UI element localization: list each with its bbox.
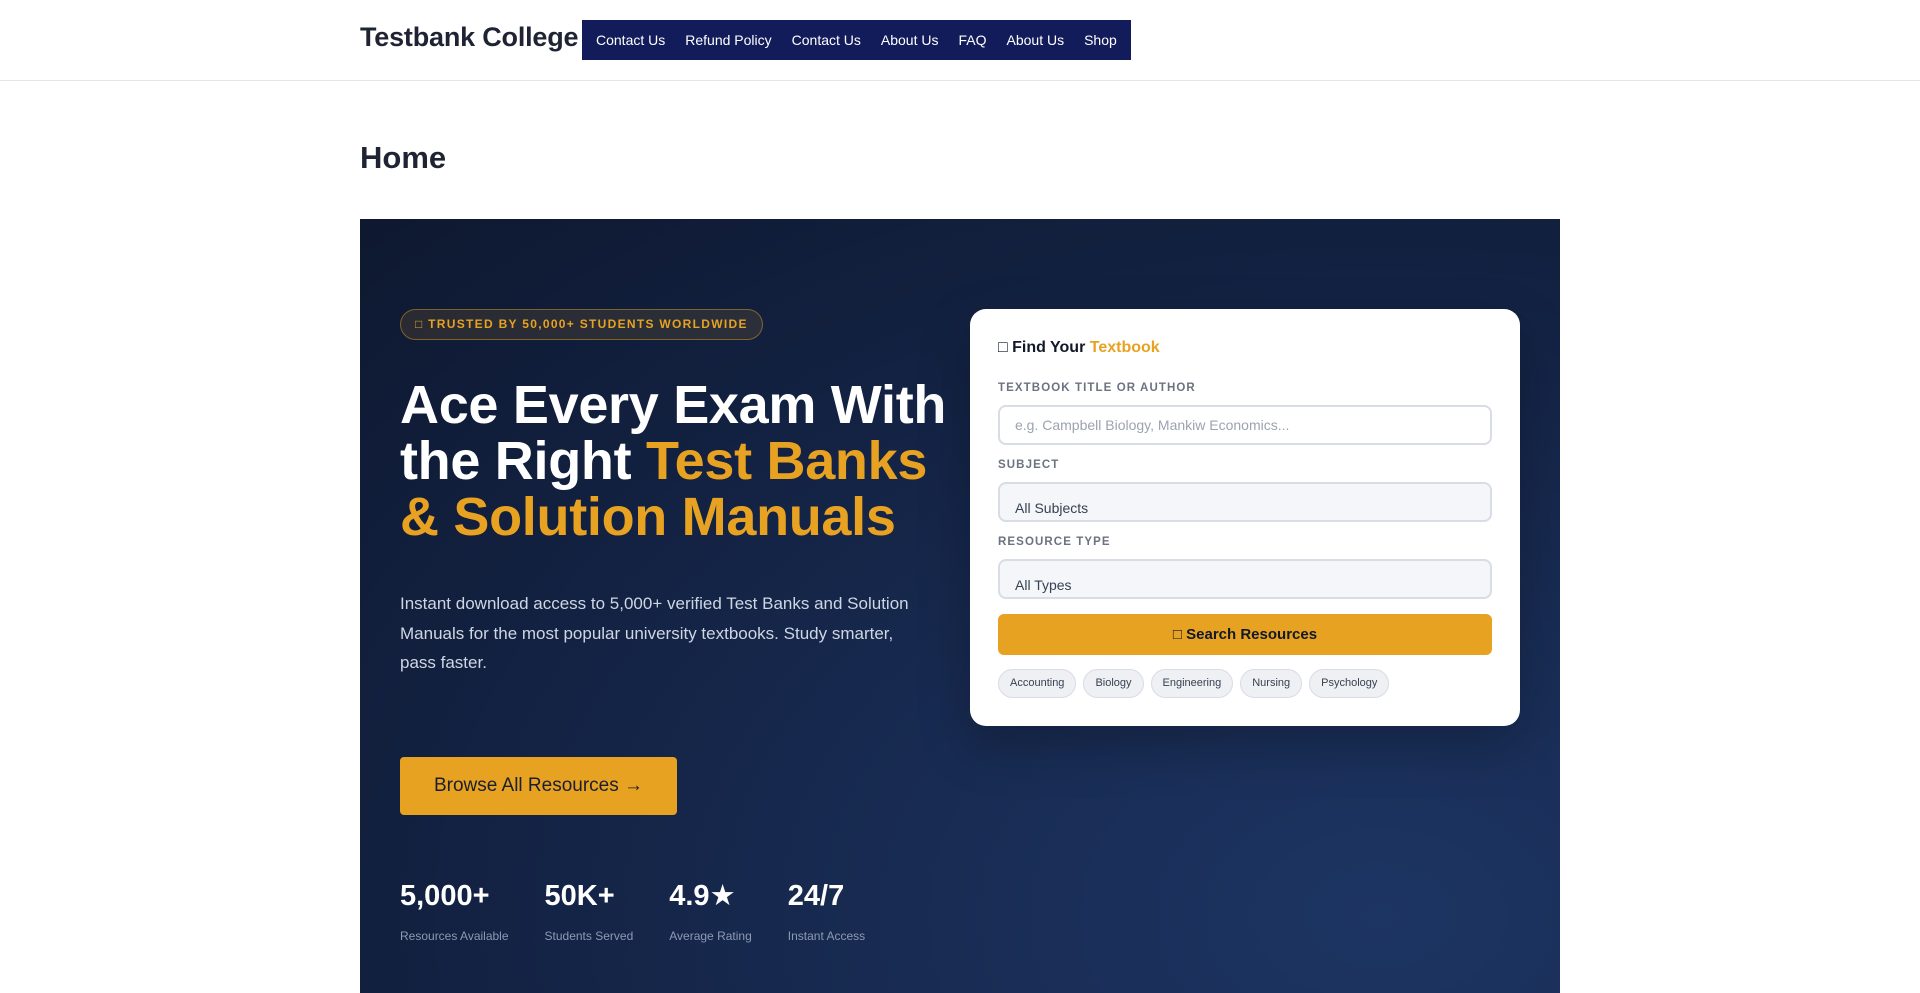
stat-value: 4.9★ (669, 880, 736, 912)
chip-engineering[interactable]: Engineering (1150, 669, 1234, 698)
browse-all-resources-button[interactable]: Browse All Resources → (400, 757, 677, 815)
stat-label: Resources Available (400, 929, 509, 943)
stat-label: Instant Access (787, 929, 866, 943)
main-nav: Contact Us Refund Policy Contact Us Abou… (582, 20, 1131, 60)
stat-rating: 4.9★ Average Rating (669, 879, 752, 943)
stat-value: 5,000+ (400, 880, 490, 912)
title-author-input[interactable]: e.g. Campbell Biology, Mankiw Economics.… (998, 405, 1492, 445)
stat-resources: 5,000+ Resources Available (400, 879, 509, 943)
stats-row: 5,000+ Resources Available 50K+ Students… (400, 879, 901, 943)
card-title-plain: Find Your (1012, 339, 1090, 356)
subject-label: SUBJECT (998, 459, 1060, 471)
chip-psychology[interactable]: Psychology (1309, 669, 1390, 698)
nav-link-shop[interactable]: Shop (1074, 20, 1127, 60)
site-title[interactable]: Testbank College (360, 22, 579, 53)
hero-description: Instant download access to 5,000+ verifi… (400, 594, 909, 672)
resource-type-select[interactable]: All Types (998, 559, 1492, 599)
nav-link-about-us-2[interactable]: About Us (997, 20, 1075, 60)
search-card-title: □ Find Your Textbook (998, 339, 1160, 357)
chip-accounting[interactable]: Accounting (998, 669, 1077, 698)
title-author-label: TEXTBOOK TITLE OR AUTHOR (998, 382, 1196, 394)
stat-value: 50K+ (544, 880, 615, 912)
nav-link-faq[interactable]: FAQ (948, 20, 996, 60)
resource-type-label: RESOURCE TYPE (998, 536, 1111, 548)
page-title: Home (360, 140, 447, 175)
hero-heading: Ace Every Exam With the Right Test Banks… (400, 377, 960, 545)
stat-value: 24/7 (787, 880, 845, 912)
book-icon: □ (998, 339, 1008, 356)
chip-biology[interactable]: Biology (1083, 669, 1144, 698)
nav-link-contact-us-2[interactable]: Contact Us (782, 20, 871, 60)
subject-select[interactable]: All Subjects (998, 482, 1492, 522)
subject-chips: Accounting Biology Engineering Nursing P… (998, 669, 1396, 698)
stat-label: Students Served (544, 929, 634, 943)
stat-students: 50K+ Students Served (545, 879, 634, 943)
nav-link-contact-us[interactable]: Contact Us (586, 20, 675, 60)
stat-label: Average Rating (669, 929, 752, 943)
site-header: Testbank College Contact Us Refund Polic… (0, 0, 1920, 81)
search-resources-button[interactable]: □ Search Resources (998, 614, 1492, 655)
trust-badge: □ TRUSTED BY 50,000+ STUDENTS WORLDWIDE (400, 309, 763, 340)
card-title-accent: Textbook (1089, 339, 1160, 356)
search-card: □ Find Your Textbook TEXTBOOK TITLE OR A… (970, 309, 1520, 726)
stat-access: 24/7 Instant Access (788, 879, 865, 943)
hero-section: □ TRUSTED BY 50,000+ STUDENTS WORLDWIDE … (360, 219, 1560, 993)
chip-nursing[interactable]: Nursing (1240, 669, 1303, 698)
nav-link-refund-policy[interactable]: Refund Policy (675, 20, 781, 60)
nav-link-about-us[interactable]: About Us (871, 20, 949, 60)
